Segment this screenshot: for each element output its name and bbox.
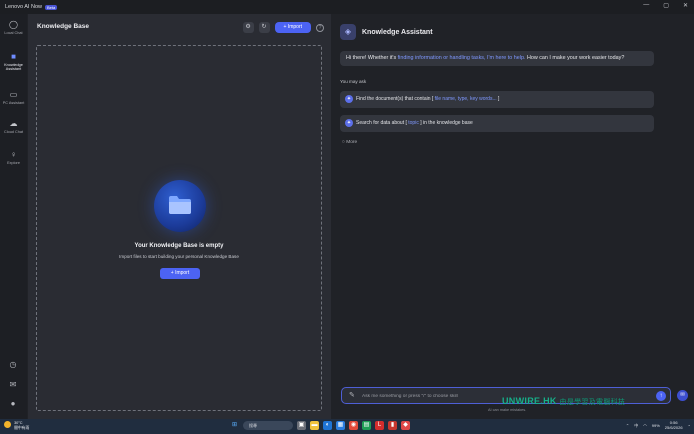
suggestion-placeholder: topic: [408, 120, 419, 126]
cloud-icon: ☁: [9, 119, 18, 128]
suggestion-placeholder: file name, type, key words...: [434, 96, 497, 102]
suggestion-text-end: ]: [496, 96, 500, 102]
taskbar-apps: ⊞ 搜尋 ▣ ▬ ◐ ▦ ◉ ▤ L ▮ ◆: [230, 421, 410, 430]
rail-item-label: Local Chat: [4, 31, 23, 35]
app-icon[interactable]: L: [375, 421, 384, 430]
rail-item-local-chat[interactable]: ◯ Local Chat: [0, 20, 27, 35]
chat-bubble-fab-icon[interactable]: ✉: [677, 390, 688, 401]
greeting-text-end: How can I make your work easier today?: [525, 55, 625, 61]
rail-item-label: Knowledge Assistant: [4, 63, 23, 72]
suggestion-text-end: ] in the knowledge base: [418, 120, 473, 126]
may-ask-label: You may ask: [340, 79, 367, 84]
knowledge-base-panel: Knowledge Base ⚙ ↻ + Import ? Your Knowl…: [28, 14, 331, 419]
clock-date: 25/6/2026: [664, 424, 683, 430]
lightbulb-icon: ♀: [10, 150, 17, 159]
suggestion-text: Find the document(s) that contain [: [356, 96, 435, 102]
nav-rail: ◯ Local Chat ■ Knowledge Assistant ▭ PC …: [0, 14, 27, 419]
sparkle-icon: ✦: [345, 95, 353, 103]
assistant-header: ◈ Knowledge Assistant: [340, 24, 433, 40]
system-tray: ⌃ 中 ◠ 99% 0:56 25/6/2026 ◔: [626, 420, 690, 430]
mail-icon[interactable]: ✉: [6, 380, 20, 392]
bell-icon[interactable]: ◔: [688, 423, 690, 428]
maximize-button[interactable]: ▢: [663, 2, 669, 9]
lenovo-ai-now-icon[interactable]: ◆: [401, 421, 410, 430]
assistant-panel: ◈ Knowledge Assistant Hi there! Whether …: [332, 14, 694, 419]
app-icon[interactable]: ▣: [297, 421, 306, 430]
title-bar: Lenovo AI Now Beta — ▢ ✕: [0, 0, 694, 14]
import-center-label: Import: [175, 270, 190, 276]
rail-item-label: Cloud Chat: [4, 130, 23, 134]
rail-item-label: PC Assistant: [2, 101, 25, 105]
suggestion-search-data[interactable]: ✦ Search for data about [ topic ] in the…: [340, 115, 654, 132]
app-window: Lenovo AI Now Beta — ▢ ✕ ⓘ Local AI Mode…: [0, 0, 694, 419]
import-button-top[interactable]: + Import: [274, 22, 311, 33]
clock[interactable]: 0:56 25/6/2026: [664, 420, 683, 430]
more-suggestions-link[interactable]: ○ More: [342, 140, 357, 145]
empty-state-subtitle: Import files to start building your pers…: [119, 254, 239, 259]
app-title: Lenovo AI Now: [5, 4, 42, 10]
send-button[interactable]: ↑: [656, 391, 666, 401]
ai-disclaimer: AI can make mistakes.: [488, 408, 527, 412]
help-icon[interactable]: ?: [316, 23, 324, 32]
store-icon[interactable]: ▦: [336, 421, 345, 430]
watermark: UNWIRE.HK 由是學習及電腦科技: [502, 396, 625, 407]
kb-dropzone[interactable]: Your Knowledge Base is empty Import file…: [36, 45, 322, 411]
laptop-icon: ▭: [9, 90, 18, 99]
sun-icon: [4, 421, 11, 428]
import-button-center[interactable]: + Import: [160, 268, 200, 279]
chat-bubble-icon: ◯: [9, 20, 18, 29]
watermark-main: UNWIRE.HK: [502, 396, 557, 406]
minimize-button[interactable]: —: [643, 2, 649, 9]
rail-item-explore[interactable]: ♀ Explore: [0, 150, 27, 165]
rail-item-label: Explore: [7, 161, 20, 165]
beta-badge: Beta: [45, 4, 58, 10]
battery-level[interactable]: 99%: [652, 423, 660, 428]
kb-title: Knowledge Base: [37, 23, 90, 30]
sparkle-icon: ✦: [345, 119, 353, 127]
history-icon[interactable]: ◷: [6, 360, 20, 372]
rail-item-pc-assistant[interactable]: ▭ PC Assistant: [0, 90, 27, 105]
app-icon[interactable]: ▤: [362, 421, 371, 430]
more-label: More: [346, 140, 358, 145]
kb-toolbar: ⚙ ↻ + Import ?: [242, 22, 324, 33]
refresh-small-icon: ○: [342, 140, 345, 145]
greeting-message: Hi there! Whether it's finding informati…: [340, 51, 654, 66]
assistant-title: Knowledge Assistant: [362, 28, 433, 36]
taskbar-search[interactable]: 搜尋: [243, 421, 293, 430]
watermark-sub: 由是學習及電腦科技: [559, 399, 626, 406]
rail-item-knowledge-assistant[interactable]: ■ Knowledge Assistant: [0, 52, 27, 72]
greeting-highlight: finding information or handling tasks, I…: [397, 55, 526, 61]
close-button[interactable]: ✕: [683, 2, 688, 9]
windows-start-icon[interactable]: ⊞: [230, 421, 239, 430]
weather-temp: 30°C: [14, 421, 23, 425]
empty-state-title: Your Knowledge Base is empty: [134, 243, 224, 249]
windows-taskbar: 30°C 間中有雨 ⊞ 搜尋 ▣ ▬ ◐ ▦ ◉ ▤ L ▮ ◆ ⌃ 中 ◠ 9…: [0, 419, 694, 434]
attach-icon[interactable]: ✎: [349, 391, 355, 399]
rail-item-cloud-chat[interactable]: ☁ Cloud Chat: [0, 119, 27, 134]
greeting-text: Hi there! Whether it's: [346, 55, 398, 61]
import-label: Import: [287, 24, 302, 30]
suggestion-find-documents[interactable]: ✦ Find the document(s) that contain [ fi…: [340, 91, 654, 108]
chrome-icon[interactable]: ◉: [349, 421, 358, 430]
edge-icon[interactable]: ◐: [323, 421, 332, 430]
suggestion-text: Search for data about [: [356, 120, 409, 126]
assistant-avatar-icon: ◈: [340, 24, 356, 40]
taskbar-search-label: 搜尋: [249, 423, 257, 428]
settings-icon[interactable]: ⚙: [242, 22, 254, 33]
folder-icon: [154, 180, 206, 232]
language-indicator[interactable]: 中: [634, 423, 638, 429]
weather-widget[interactable]: 30°C 間中有雨: [4, 421, 29, 430]
wifi-icon[interactable]: ◠: [643, 423, 647, 428]
window-controls: — ▢ ✕: [643, 2, 688, 9]
profile-icon[interactable]: ●: [6, 399, 20, 411]
weather-desc: 間中有雨: [14, 425, 30, 430]
app-icon[interactable]: ▮: [388, 421, 397, 430]
file-explorer-icon[interactable]: ▬: [310, 421, 319, 430]
book-icon: ■: [11, 52, 16, 61]
chevron-up-icon[interactable]: ⌃: [626, 423, 629, 428]
refresh-icon[interactable]: ↻: [258, 22, 270, 33]
